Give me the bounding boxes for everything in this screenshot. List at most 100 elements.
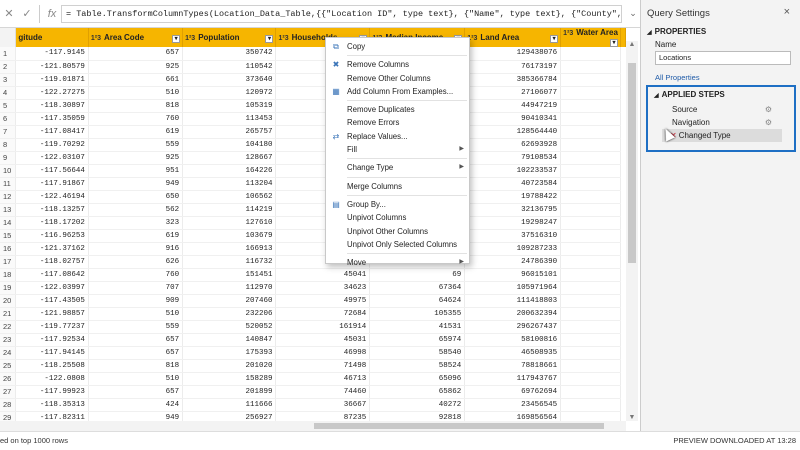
table-cell[interactable]: 65096	[369, 372, 466, 386]
table-row[interactable]: 12-122.461946501065624919788422	[0, 190, 626, 204]
column-header[interactable]: 1²3 Water Area ▾	[560, 28, 621, 47]
table-cell[interactable]: 23456545	[464, 398, 562, 412]
table-cell[interactable]: 117943767	[464, 372, 562, 386]
row-number[interactable]: 5	[0, 99, 17, 113]
table-cell[interactable]: 161914	[275, 320, 371, 334]
table-cell[interactable]: 69	[369, 268, 466, 282]
type-icon[interactable]: 1²3	[91, 35, 101, 42]
row-number[interactable]: 8	[0, 138, 17, 152]
menu-item[interactable]: ⇄ Replace Values...	[326, 130, 469, 143]
table-cell[interactable]: 105319	[182, 99, 277, 113]
table-row[interactable]: 16-121.3716291616691397109287233	[0, 242, 626, 256]
table-cell[interactable]: 114219	[182, 203, 277, 217]
menu-item[interactable]: Remove Errors	[326, 116, 469, 129]
horizontal-scrollbar[interactable]	[0, 421, 626, 431]
row-number[interactable]: 21	[0, 307, 17, 321]
close-icon[interactable]: ✕	[0, 7, 18, 20]
row-number[interactable]: 9	[0, 151, 17, 165]
column-header[interactable]: 1²3 Land Area ▾	[464, 28, 562, 47]
menu-item[interactable]: ▦ Add Column From Examples...	[326, 85, 469, 98]
scroll-down-icon[interactable]: ▼	[626, 414, 638, 421]
properties-header[interactable]: ◢ PROPERTIES	[641, 27, 800, 36]
table-cell[interactable]	[560, 73, 621, 87]
table-cell[interactable]: 166913	[182, 242, 277, 256]
table-cell[interactable]: 510	[88, 307, 184, 321]
table-cell[interactable]: -119.70292	[15, 138, 89, 152]
table-cell[interactable]: -121.98857	[15, 307, 89, 321]
table-cell[interactable]	[560, 242, 621, 256]
table-cell[interactable]: 657	[88, 346, 184, 360]
table-cell[interactable]: 96015101	[464, 268, 562, 282]
table-cell[interactable]: 45041	[275, 268, 371, 282]
row-number[interactable]: 12	[0, 190, 17, 204]
row-number[interactable]: 27	[0, 385, 17, 399]
table-cell[interactable]: -119.01871	[15, 73, 89, 87]
table-cell[interactable]: 40723584	[464, 177, 562, 191]
table-cell[interactable]: -122.03107	[15, 151, 89, 165]
row-number[interactable]: 7	[0, 125, 17, 139]
row-number[interactable]: 22	[0, 320, 17, 334]
applied-step[interactable]: Source ⚙	[648, 103, 794, 116]
table-cell[interactable]: 32136795	[464, 203, 562, 217]
applied-steps-header[interactable]: ◢ APPLIED STEPS	[648, 90, 794, 99]
table-cell[interactable]: 949	[88, 177, 184, 191]
table-cell[interactable]: -121.80579	[15, 60, 89, 74]
table-cell[interactable]: 626	[88, 255, 184, 269]
table-cell[interactable]: 111418803	[464, 294, 562, 308]
table-row[interactable]: 17-118.027576261167329924786390	[0, 255, 626, 269]
table-cell[interactable]: 909	[88, 294, 184, 308]
applied-step[interactable]: ✕ Changed Type	[662, 129, 782, 142]
all-properties-link[interactable]: All Properties	[641, 73, 800, 82]
column-header[interactable]: 1²3 Area Code ▾	[88, 28, 184, 47]
table-cell[interactable]: 265757	[182, 125, 277, 139]
table-cell[interactable]: 27106077	[464, 86, 562, 100]
table-cell[interactable]	[560, 346, 621, 360]
table-cell[interactable]: -117.99923	[15, 385, 89, 399]
table-cell[interactable]: -117.91867	[15, 177, 89, 191]
type-icon[interactable]: 1²3	[185, 35, 195, 42]
type-icon[interactable]: 1²3	[278, 35, 288, 42]
row-number[interactable]: 11	[0, 177, 17, 191]
table-row[interactable]: 15-116.962536191036796137516310	[0, 229, 626, 243]
row-number[interactable]: 19	[0, 281, 17, 295]
table-cell[interactable]: 559	[88, 138, 184, 152]
table-cell[interactable]: 949	[88, 411, 184, 421]
table-cell[interactable]: 661	[88, 73, 184, 87]
table-cell[interactable]: 207460	[182, 294, 277, 308]
menu-item[interactable]: Unpivot Other Columns	[326, 225, 469, 238]
table-cell[interactable]: 46713	[275, 372, 371, 386]
table-cell[interactable]: 109287233	[464, 242, 562, 256]
table-cell[interactable]: -122.27275	[15, 86, 89, 100]
table-cell[interactable]: 128667	[182, 151, 277, 165]
table-cell[interactable]: 707	[88, 281, 184, 295]
table-cell[interactable]: 41531	[369, 320, 466, 334]
table-cell[interactable]	[560, 138, 621, 152]
table-row[interactable]: 26 -122.0808 510 158289 46713 65096 117943767	[0, 372, 626, 386]
menu-item[interactable]: Unpivot Columns	[326, 211, 469, 224]
table-cell[interactable]: 201899	[182, 385, 277, 399]
table-cell[interactable]: 46998	[275, 346, 371, 360]
table-row[interactable]: 21 -121.98857 510 232206 72684 105355 20063239…	[0, 307, 626, 321]
table-cell[interactable]: 104180	[182, 138, 277, 152]
table-row[interactable]: 8-119.702925591041806862693928	[0, 138, 626, 152]
table-cell[interactable]: 925	[88, 151, 184, 165]
table-cell[interactable]: 34623	[275, 281, 371, 295]
table-cell[interactable]: 65862	[369, 385, 466, 399]
table-cell[interactable]: -118.25508	[15, 359, 89, 373]
table-cell[interactable]: 78818661	[464, 359, 562, 373]
table-cell[interactable]: 520052	[182, 320, 277, 334]
menu-item[interactable]: Change Type ▶	[326, 161, 469, 174]
table-cell[interactable]: 385366784	[464, 73, 562, 87]
table-cell[interactable]: 158289	[182, 372, 277, 386]
table-cell[interactable]: -117.82311	[15, 411, 89, 421]
table-cell[interactable]: -121.37162	[15, 242, 89, 256]
table-cell[interactable]: -119.77237	[15, 320, 89, 334]
table-cell[interactable]: 951	[88, 164, 184, 178]
table-cell[interactable]: -118.13257	[15, 203, 89, 217]
table-cell[interactable]: -117.9145	[15, 47, 89, 61]
table-cell[interactable]: 105971964	[464, 281, 562, 295]
table-row[interactable]: 19 -122.03997 707 112970 34623 67364 105971964	[0, 281, 626, 295]
chevron-down-icon[interactable]: ⌄	[626, 8, 640, 19]
table-cell[interactable]: 657	[88, 47, 184, 61]
table-cell[interactable]: 106562	[182, 190, 277, 204]
